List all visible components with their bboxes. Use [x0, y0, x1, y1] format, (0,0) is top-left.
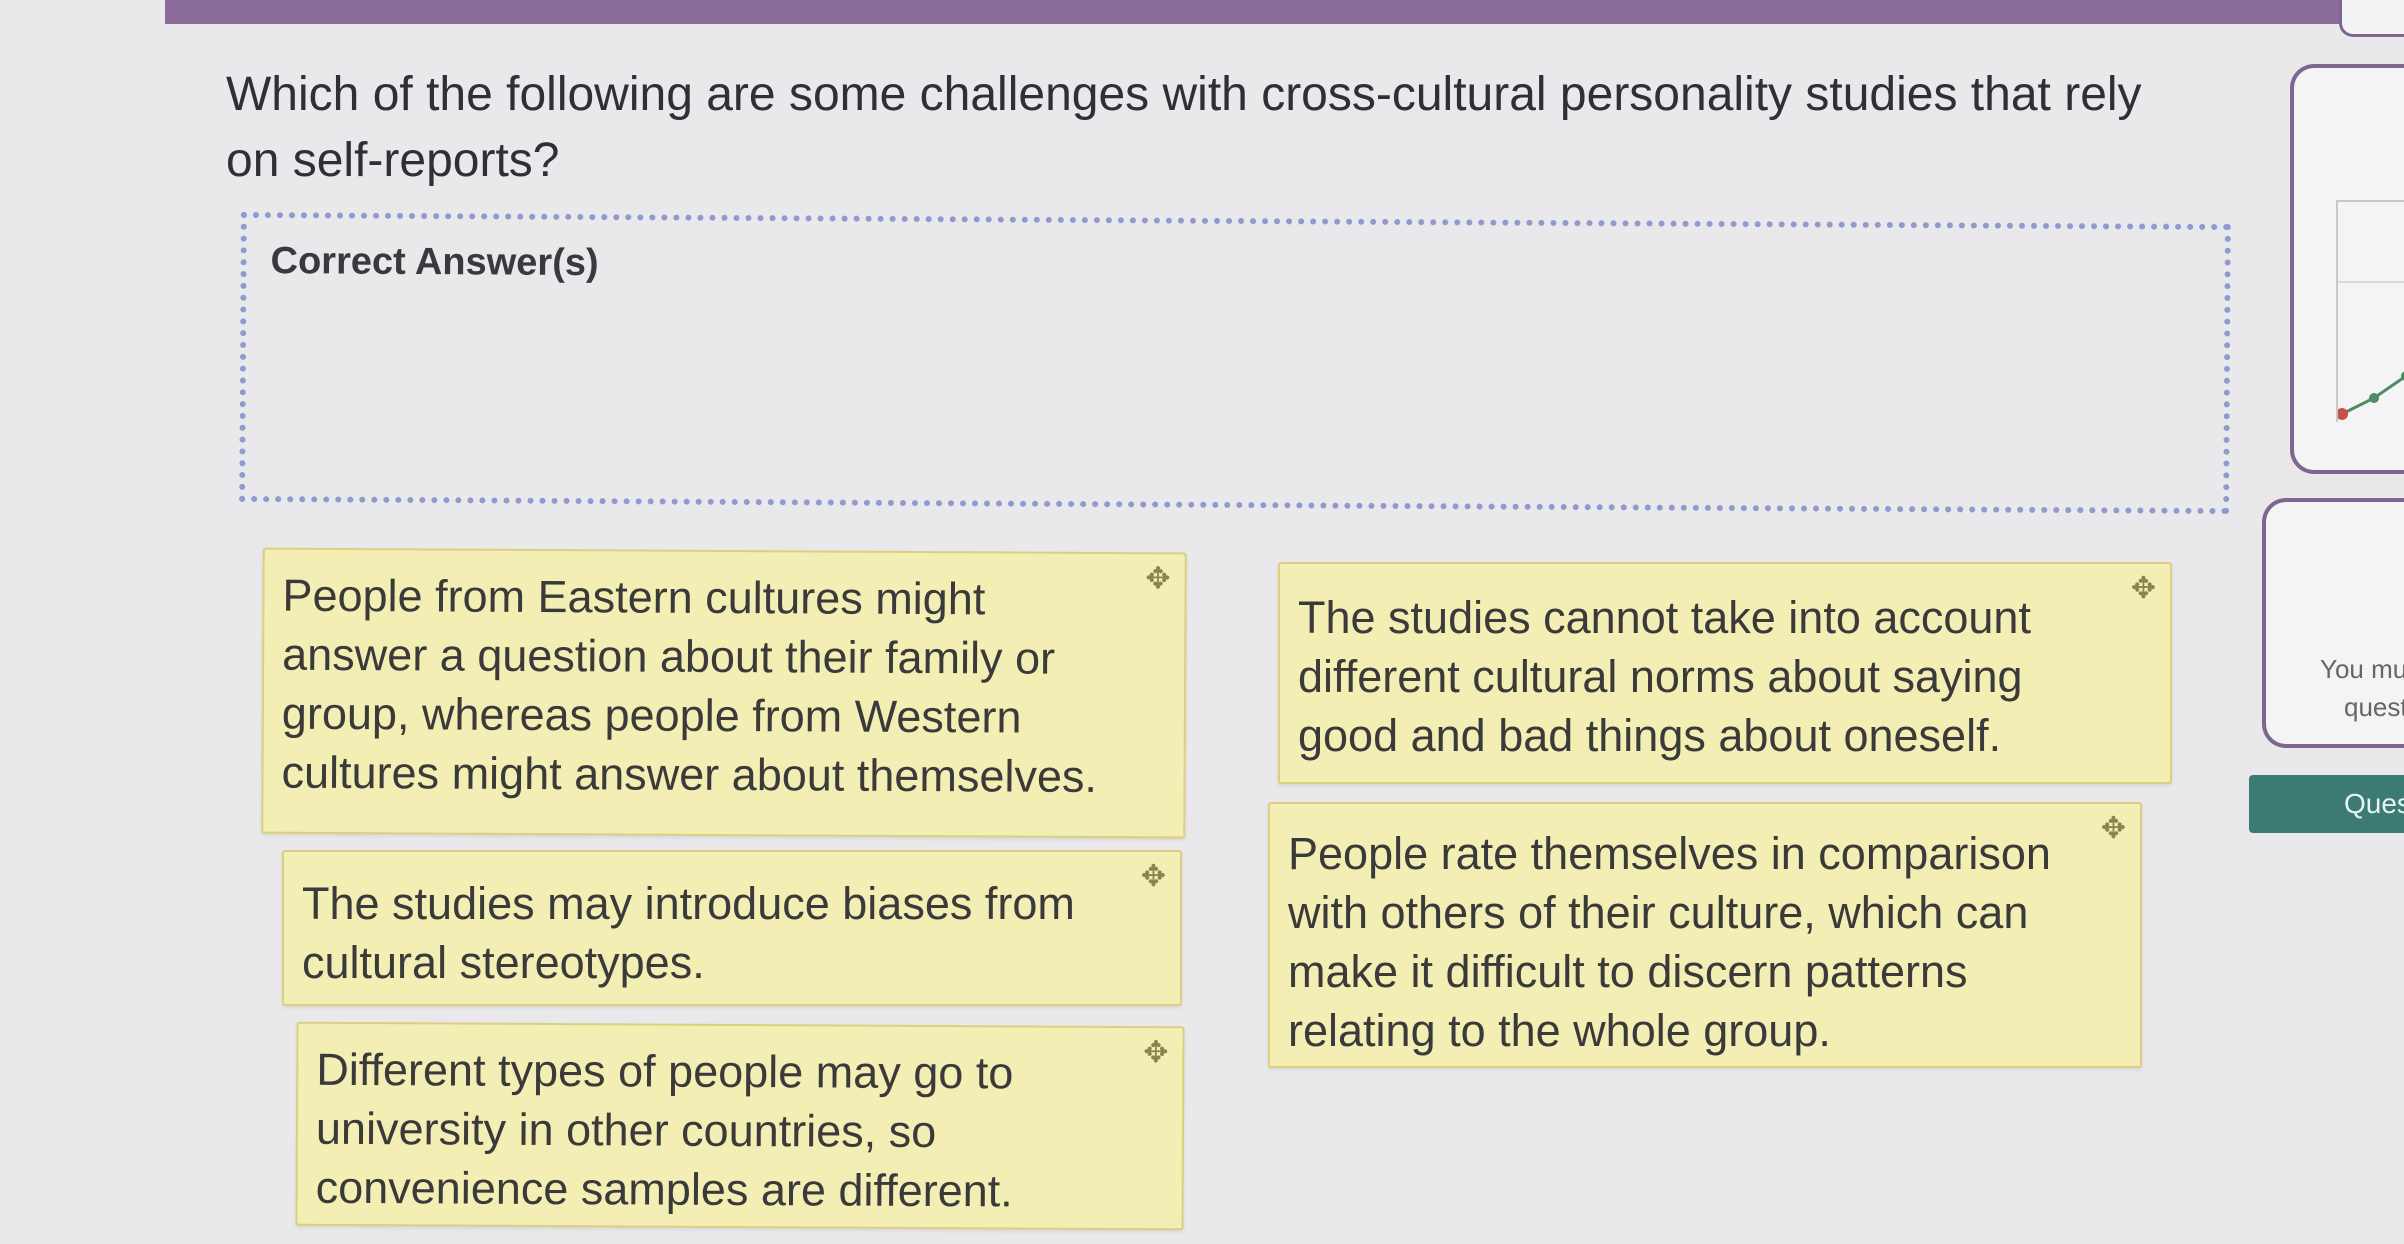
- notice-text-line2: quest: [2344, 692, 2404, 722]
- top-right-tab[interactable]: [2339, 0, 2404, 37]
- correct-answers-dropzone[interactable]: Correct Answer(s): [239, 211, 2231, 515]
- progress-chart: [2336, 200, 2404, 422]
- answer-card-text: People from Eastern cultures might answe…: [281, 569, 1098, 802]
- answer-card[interactable]: The studies may introduce biases from cu…: [282, 850, 1182, 1006]
- move-icon[interactable]: ✥: [2131, 574, 2156, 604]
- move-icon[interactable]: ✥: [1141, 862, 1166, 892]
- answer-card[interactable]: People from Eastern cultures might answe…: [261, 547, 1187, 839]
- question-button[interactable]: Ques: [2249, 775, 2404, 833]
- top-bar: [165, 0, 2404, 24]
- move-icon[interactable]: ✥: [2101, 814, 2126, 844]
- question-button-label: Ques: [2344, 788, 2404, 819]
- progress-chart-line: [2336, 281, 2404, 420]
- answer-card-text: The studies may introduce biases from cu…: [302, 878, 1075, 988]
- move-icon[interactable]: ✥: [1143, 1036, 1168, 1069]
- answer-card-text: The studies cannot take into account dif…: [1298, 592, 2031, 761]
- notice-text-line1: You mu: [2320, 654, 2404, 684]
- answer-card-text: People rate themselves in comparison wit…: [1288, 828, 2051, 1056]
- answer-card[interactable]: Different types of people may go to univ…: [295, 1021, 1185, 1231]
- answer-card-text: Different types of people may go to univ…: [315, 1043, 1014, 1217]
- answer-card[interactable]: The studies cannot take into account dif…: [1278, 562, 2172, 784]
- question-text: Which of the following are some challeng…: [226, 68, 2142, 187]
- dropzone-title: Correct Answer(s): [270, 240, 599, 285]
- move-icon[interactable]: ✥: [1145, 562, 1170, 595]
- answer-card[interactable]: People rate themselves in comparison wit…: [1268, 802, 2142, 1068]
